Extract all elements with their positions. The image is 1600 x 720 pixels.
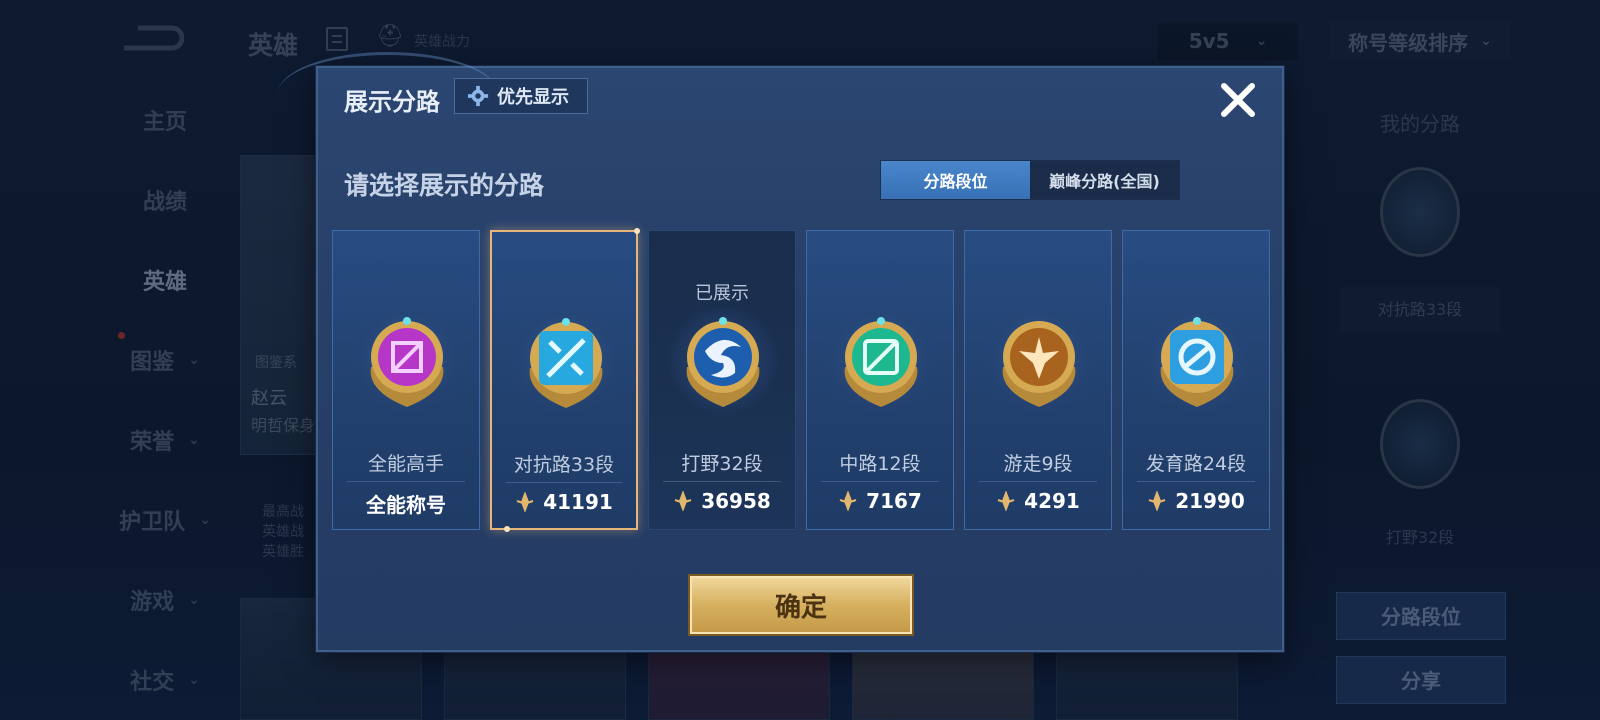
lane-score: 7167 — [807, 489, 953, 513]
mid-lane-emblem-icon — [844, 317, 918, 407]
lane-card-jungle[interactable]: 已展示 打野32段 36958 — [648, 230, 796, 530]
lane-badge — [668, 305, 778, 415]
rank-points-icon — [1148, 491, 1166, 511]
dialog-subtitle: 请选择展示的分路 — [344, 171, 545, 200]
close-icon[interactable] — [1216, 78, 1260, 122]
lane-score-value: 4291 — [1024, 489, 1080, 513]
lane-badge — [826, 305, 936, 415]
rank-points-icon — [516, 492, 534, 512]
priority-display-label: 优先显示 — [497, 87, 569, 108]
lane-score: 21990 — [1123, 489, 1269, 513]
lane-score: 4291 — [965, 489, 1111, 513]
card-divider — [979, 481, 1097, 482]
tab-lane-rank[interactable]: 分路段位 — [881, 161, 1030, 199]
lane-name: 中路12段 — [839, 453, 921, 475]
dialog-title: 展示分路 — [344, 88, 440, 116]
lane-score-value: 36958 — [701, 489, 771, 513]
rank-points-icon — [839, 491, 857, 511]
lane-score: 36958 — [649, 489, 795, 513]
lane-score: 41191 — [492, 490, 636, 514]
lane-badge — [984, 305, 1094, 415]
lane-score-value: 21990 — [1175, 489, 1245, 513]
lane-badge — [352, 305, 462, 415]
card-divider — [506, 482, 622, 483]
lane-name: 打野32段 — [681, 453, 763, 475]
lane-name: 全能高手 — [367, 453, 444, 475]
allround-emblem-icon — [370, 317, 444, 407]
jungle-emblem-icon — [686, 317, 760, 407]
rank-points-icon — [997, 491, 1015, 511]
lane-score-value: 7167 — [866, 489, 922, 513]
rank-points-icon — [674, 491, 692, 511]
card-divider — [1137, 481, 1255, 482]
lane-badge — [511, 306, 621, 416]
lane-card-mid[interactable]: 中路12段 7167 — [806, 230, 954, 530]
farm-lane-emblem-icon — [1160, 317, 1234, 407]
lane-name: 对抗路33段 — [513, 454, 615, 476]
lane-card-list: 全能高手 全能称号 对抗路33段 41191 已展示 打野32段 36958 中… — [332, 228, 1270, 532]
display-lane-dialog: 展示分路 优先显示 请选择展示的分路 分路段位 巅峰分路(全国) 全能高手 全能… — [278, 52, 1284, 652]
clash-lane-emblem-icon — [529, 318, 603, 408]
gear-icon — [467, 85, 489, 107]
lane-score-value: 全能称号 — [366, 493, 446, 517]
lane-badge — [1142, 305, 1252, 415]
confirm-button[interactable]: 确定 — [690, 576, 912, 634]
lane-name: 游走9段 — [1003, 453, 1073, 475]
lane-card-farm[interactable]: 发育路24段 21990 — [1122, 230, 1270, 530]
already-shown-label: 已展示 — [695, 283, 749, 304]
card-divider — [821, 481, 939, 482]
priority-display-button[interactable]: 优先显示 — [454, 78, 588, 114]
lane-card-allround[interactable]: 全能高手 全能称号 — [332, 230, 480, 530]
card-divider — [663, 481, 781, 482]
lane-tabs: 分路段位 巅峰分路(全国) — [880, 160, 1180, 200]
lane-score-value: 41191 — [543, 490, 613, 514]
lane-card-roam[interactable]: 游走9段 4291 — [964, 230, 1112, 530]
roam-emblem-icon — [1002, 321, 1076, 407]
lane-score: 全能称号 — [333, 489, 479, 518]
tab-peak-lane[interactable]: 巅峰分路(全国) — [1030, 161, 1179, 199]
card-divider — [347, 481, 465, 482]
lane-card-clash[interactable]: 对抗路33段 41191 — [490, 228, 640, 532]
lane-name: 发育路24段 — [1145, 453, 1247, 475]
